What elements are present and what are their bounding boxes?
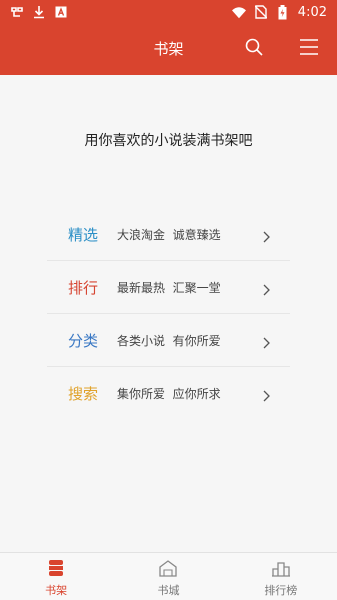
battery-charging-icon [276, 4, 290, 19]
tab-bookstore[interactable]: 书城 [112, 553, 224, 600]
status-bar: 4:02 [0, 0, 337, 24]
menu-item-featured[interactable]: 精选 大浪淘金 诚意臻选 [47, 208, 290, 261]
tab-label: 排行榜 [264, 584, 298, 597]
bookshelf-icon [46, 559, 66, 577]
menu-item-title: 排行 [68, 278, 99, 297]
tab-ranking[interactable]: 排行榜 [225, 553, 337, 600]
chevron-right-icon [262, 334, 270, 349]
menu-item-desc: 集你所爱 应你所求 [117, 387, 221, 401]
app-header: 4:02 书架 [0, 0, 337, 75]
bookstore-icon [158, 559, 178, 577]
empty-shelf-message: 用你喜欢的小说装满书架吧 [84, 133, 253, 149]
menu-item-category[interactable]: 分类 各类小说 有你所爱 [47, 314, 290, 367]
menu-icon[interactable] [298, 37, 320, 57]
menu-item-desc: 大浪淘金 诚意臻选 [117, 227, 221, 242]
tab-label: 书城 [157, 584, 180, 597]
nav-bar: 书架 [0, 28, 337, 72]
search-icon[interactable] [243, 36, 265, 58]
menu-item-title: 搜索 [68, 385, 99, 403]
wifi-icon [231, 5, 246, 19]
page-title: 书架 [153, 40, 184, 58]
bottom-tab-bar: 书架 书城 排行榜 [0, 552, 337, 600]
download-icon [32, 5, 46, 19]
menu-item-ranking[interactable]: 排行 最新最热 汇聚一堂 [47, 261, 290, 314]
menu-item-desc: 最新最热 汇聚一堂 [117, 280, 221, 295]
chevron-right-icon [262, 228, 270, 243]
no-sim-icon [254, 5, 268, 19]
chevron-right-icon [262, 281, 270, 296]
menu-item-title: 精选 [68, 225, 99, 244]
tab-label: 书架 [45, 584, 68, 597]
status-time: 4:02 [297, 4, 327, 20]
menu-item-title: 分类 [68, 331, 99, 350]
ranking-icon [271, 559, 291, 577]
menu-item-desc: 各类小说 有你所爱 [117, 333, 221, 348]
discover-menu: 精选 大浪淘金 诚意臻选 排行 最新最热 汇聚一堂 分类 各类小说 有你所爱 搜… [47, 208, 290, 420]
app-a-icon [54, 5, 68, 19]
tab-bookshelf[interactable]: 书架 [0, 553, 112, 600]
app-notification-icon [10, 5, 24, 19]
menu-item-search[interactable]: 搜索 集你所爱 应你所求 [47, 367, 290, 420]
chevron-right-icon [262, 387, 270, 402]
